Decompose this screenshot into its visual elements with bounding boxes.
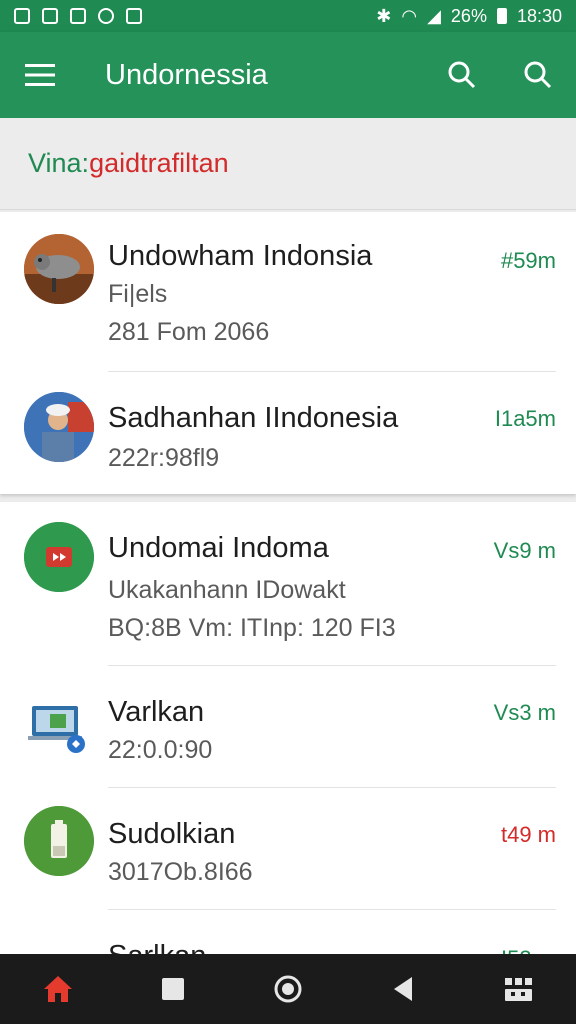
search-button-secondary[interactable] xyxy=(500,32,576,118)
grid-icon xyxy=(505,978,533,1001)
item-title: Varlkan xyxy=(108,696,205,728)
app-bar: Undornessia xyxy=(0,32,576,118)
apps-button[interactable] xyxy=(488,959,548,1019)
list-card: Undowham Indonsia Fi|els 281 Fom 2066 #5… xyxy=(0,212,576,494)
list-item[interactable]: Sadhanhan IIndonesia 222r:98fl9 I1a5m xyxy=(24,372,556,494)
worker-photo-icon xyxy=(24,392,94,462)
item-subtitle: Ukakanhann IDowakt xyxy=(108,576,346,604)
avatar xyxy=(24,522,94,592)
item-subtitle: 22:0.0:90 xyxy=(108,736,213,764)
search-icon xyxy=(448,61,476,89)
red-badge-icon xyxy=(24,522,94,592)
battery-percent: 26% xyxy=(450,5,487,26)
list-item[interactable]: Undowham Indonsia Fi|els 281 Fom 2066 #5… xyxy=(24,212,556,372)
home-icon xyxy=(43,976,72,1002)
recents-button[interactable] xyxy=(143,959,203,1019)
item-meta: I53 m xyxy=(501,946,556,954)
item-title: Sarlkan xyxy=(108,940,206,954)
filter-strip[interactable]: Vina: gaidtrafiltan xyxy=(0,118,576,210)
item-meta: #59m xyxy=(500,248,556,273)
item-subtitle: 222r:98fl9 xyxy=(108,444,220,472)
laptop-icon xyxy=(28,706,85,753)
list-item[interactable]: Varlkan 22:0.0:90 Vs3 m xyxy=(28,666,556,788)
filter-label: Vina: xyxy=(28,148,90,178)
avatar xyxy=(24,692,94,762)
item-detail: 281 Fom 2066 xyxy=(108,318,270,346)
list-item[interactable]: Sudolkian 3017Ob.8I66 t49 m xyxy=(24,788,556,910)
avatar xyxy=(24,806,94,876)
nav-bar xyxy=(0,954,576,1024)
status-bar: ✱ ◠ ◢ 26% 18:30 xyxy=(0,0,576,32)
bird-photo-icon xyxy=(24,234,94,304)
back-triangle-icon xyxy=(394,977,413,1001)
list-card: Undomai Indoma Ukakanhann IDowakt BQ:8B … xyxy=(0,502,576,954)
hamburger-icon xyxy=(25,64,55,86)
wifi-icon: ◠ xyxy=(401,5,418,26)
item-subtitle: Fi|els xyxy=(108,280,168,308)
signal-icon: ◢ xyxy=(427,5,441,26)
battery-icon xyxy=(496,8,507,24)
assistant-button[interactable] xyxy=(258,959,318,1019)
filter-value: gaidtrafiltan xyxy=(89,148,229,178)
list-item[interactable]: Undomai Indoma Ukakanhann IDowakt BQ:8B … xyxy=(24,502,556,666)
square-icon xyxy=(161,978,184,1000)
search-button[interactable] xyxy=(424,32,500,118)
item-meta: Vs9 m xyxy=(493,538,556,563)
list-item[interactable]: Sarlkan I53 m xyxy=(108,910,556,954)
item-meta: t49 m xyxy=(500,822,556,847)
message-icon xyxy=(126,8,142,24)
clock: 18:30 xyxy=(516,5,562,26)
item-title: Sudolkian xyxy=(108,818,236,850)
item-detail: BQ:8B Vm: ITInp: 120 FI3 xyxy=(108,614,396,642)
menu-button[interactable] xyxy=(0,32,80,118)
bluetooth-icon: ✱ xyxy=(376,5,392,26)
item-title: Undowham Indonsia xyxy=(108,240,373,272)
back-button[interactable] xyxy=(373,959,433,1019)
item-subtitle: 3017Ob.8I66 xyxy=(108,858,253,886)
home-button[interactable] xyxy=(28,959,88,1019)
item-meta: I1a5m xyxy=(494,406,556,431)
circle-icon xyxy=(274,975,302,1003)
app-title: Undornessia xyxy=(105,58,268,91)
avatar xyxy=(24,234,94,304)
sync-icon xyxy=(98,8,114,24)
avatar xyxy=(24,392,94,462)
item-title: Sadhanhan IIndonesia xyxy=(108,402,399,434)
notification-icon xyxy=(42,8,58,24)
battery-icon xyxy=(24,806,94,876)
item-title: Undomai Indoma xyxy=(108,532,329,564)
search-icon xyxy=(524,61,552,89)
gallery-icon xyxy=(70,8,86,24)
notification-icon xyxy=(14,8,30,24)
item-meta: Vs3 m xyxy=(493,700,556,725)
